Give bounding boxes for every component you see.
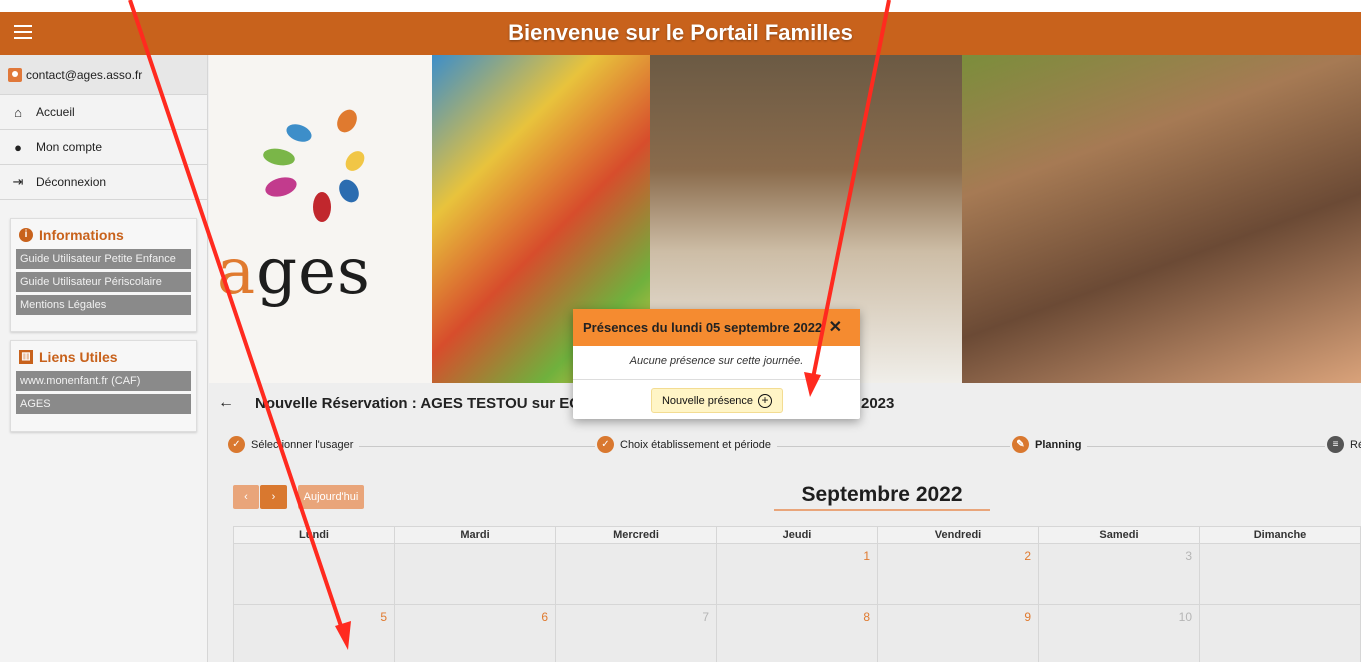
- logout-icon: ⇥: [12, 174, 24, 189]
- sidebar-item-accueil[interactable]: ⌂ Accueil: [0, 95, 207, 130]
- ages-logo: ages: [209, 55, 431, 383]
- informations-panel: i Informations Guide Utilisateur Petite …: [10, 218, 197, 332]
- calendar-day-cell[interactable]: [1199, 604, 1361, 662]
- step-connector: [1085, 446, 1325, 447]
- sidebar-item-deconnexion[interactable]: ⇥ Déconnexion: [0, 165, 207, 200]
- sidebar-item-mon-compte[interactable]: ● Mon compte: [0, 130, 207, 165]
- page-title: Bienvenue sur le Portail Familles: [508, 20, 853, 45]
- back-arrow-icon[interactable]: ←: [218, 394, 234, 412]
- calendar-day-cell[interactable]: 2: [877, 543, 1039, 605]
- reservation-stepper: ✓ Sélectionner l'usager ✓ Choix établiss…: [220, 436, 1361, 456]
- step-recapitulatif[interactable]: ≡ Ré: [1327, 436, 1361, 453]
- calendar-day-cell[interactable]: 9: [877, 604, 1039, 662]
- informations-title: Informations: [39, 227, 124, 243]
- step-planning[interactable]: ✎ Planning: [1012, 436, 1088, 453]
- popup-title: Présences du lundi 05 septembre 2022: [583, 320, 823, 335]
- logo-letter-a: a: [217, 235, 257, 309]
- weekday-header: Dimanche: [1199, 526, 1361, 544]
- step-connector: [350, 446, 595, 447]
- sidebar-item-label: Déconnexion: [36, 175, 107, 189]
- liens-utiles-panel: ▥ Liens Utiles www.monenfant.fr (CAF) AG…: [10, 340, 197, 432]
- weekday-header-row: Lundi Mardi Mercredi Jeudi Vendredi Same…: [233, 526, 1361, 544]
- account-icon: ●: [14, 139, 22, 155]
- calendar-day-cell[interactable]: 10: [1038, 604, 1200, 662]
- top-bar: Bienvenue sur le Portail Familles: [0, 12, 1361, 55]
- close-icon[interactable]: ✕: [829, 309, 842, 346]
- step-label: Ré: [1350, 438, 1361, 451]
- step-choix-etablissement[interactable]: ✓ Choix établissement et période: [597, 436, 778, 453]
- step-select-usager[interactable]: ✓ Sélectionner l'usager: [228, 436, 360, 453]
- sidebar-item-label: Accueil: [36, 105, 75, 119]
- link-guide-periscolaire[interactable]: Guide Utilisateur Périscolaire: [16, 272, 191, 292]
- weekday-header: Mercredi: [555, 526, 717, 544]
- user-email: contact@ages.asso.fr: [26, 67, 143, 82]
- info-icon: i: [19, 228, 33, 242]
- weekday-header: Jeudi: [716, 526, 878, 544]
- calendar-day-cell[interactable]: [394, 543, 556, 605]
- list-icon: ≡: [1327, 436, 1344, 453]
- calendar-day-cell[interactable]: 1: [716, 543, 878, 605]
- liens-utiles-title: Liens Utiles: [39, 349, 118, 365]
- reservation-title-suffix: 2023: [861, 395, 895, 412]
- month-calendar: Lundi Mardi Mercredi Jeudi Vendredi Same…: [233, 526, 1361, 662]
- calendar-week-row: 5 6 7 8 9 10: [233, 604, 1361, 662]
- link-guide-petite-enfance[interactable]: Guide Utilisateur Petite Enfance: [16, 249, 191, 269]
- portal-app: Bienvenue sur le Portail Familles contac…: [0, 0, 1361, 662]
- step-label: Planning: [1035, 438, 1082, 451]
- weekday-header: Samedi: [1038, 526, 1200, 544]
- reservation-title: Nouvelle Réservation : AGES TESTOU sur E…: [255, 395, 581, 412]
- building-icon: ▥: [19, 350, 33, 364]
- children-circle-photo: [962, 55, 1361, 383]
- presence-popup: Présences du lundi 05 septembre 2022 ✕ A…: [573, 309, 860, 419]
- calendar-day-cell[interactable]: 8: [716, 604, 878, 662]
- weekday-header: Lundi: [233, 526, 395, 544]
- today-button[interactable]: Aujourd'hui: [298, 485, 364, 509]
- calendar-day-cell[interactable]: 5: [233, 604, 395, 662]
- sidebar-item-label: Mon compte: [36, 140, 103, 154]
- weekday-header: Mardi: [394, 526, 556, 544]
- plus-circle-icon: +: [758, 393, 773, 408]
- popup-header: Présences du lundi 05 septembre 2022 ✕: [573, 309, 860, 346]
- step-label: Sélectionner l'usager: [251, 438, 354, 451]
- calendar-day-cell[interactable]: [1199, 543, 1361, 605]
- step-label: Choix établissement et période: [620, 438, 772, 451]
- calendar-day-cell[interactable]: 3: [1038, 543, 1200, 605]
- new-presence-button[interactable]: Nouvelle présence +: [651, 388, 783, 413]
- pencil-icon: ✎: [1012, 436, 1029, 453]
- link-mentions-legales[interactable]: Mentions Légales: [16, 295, 191, 315]
- month-title: Septembre 2022: [774, 483, 990, 511]
- calendar-day-cell[interactable]: 7: [555, 604, 717, 662]
- user-icon: [8, 67, 22, 82]
- step-connector: [770, 446, 1010, 447]
- weekday-header: Vendredi: [877, 526, 1039, 544]
- popup-message: Aucune présence sur cette journée.: [573, 346, 860, 380]
- new-presence-label: Nouvelle présence: [661, 394, 754, 407]
- link-ages[interactable]: AGES: [16, 394, 191, 414]
- ages-wordmark: ages: [217, 235, 371, 309]
- calendar-week-row: 1 2 3: [233, 543, 1361, 605]
- link-monenfant[interactable]: www.monenfant.fr (CAF): [16, 371, 191, 391]
- check-icon: ✓: [228, 436, 245, 453]
- calendar-day-cell[interactable]: [233, 543, 395, 605]
- calendar-day-cell[interactable]: 6: [394, 604, 556, 662]
- logo-letters-ges: ges: [256, 235, 371, 309]
- calendar-day-cell[interactable]: [555, 543, 717, 605]
- liens-utiles-heading: ▥ Liens Utiles: [11, 341, 196, 371]
- sidebar: contact@ages.asso.fr ⌂ Accueil ● Mon com…: [0, 55, 208, 662]
- informations-heading: i Informations: [11, 219, 196, 249]
- prev-month-button[interactable]: ‹: [233, 485, 259, 509]
- user-account-row[interactable]: contact@ages.asso.fr: [0, 55, 207, 95]
- check-icon: ✓: [597, 436, 614, 453]
- next-month-button[interactable]: ›: [260, 485, 287, 509]
- home-icon: ⌂: [14, 104, 22, 120]
